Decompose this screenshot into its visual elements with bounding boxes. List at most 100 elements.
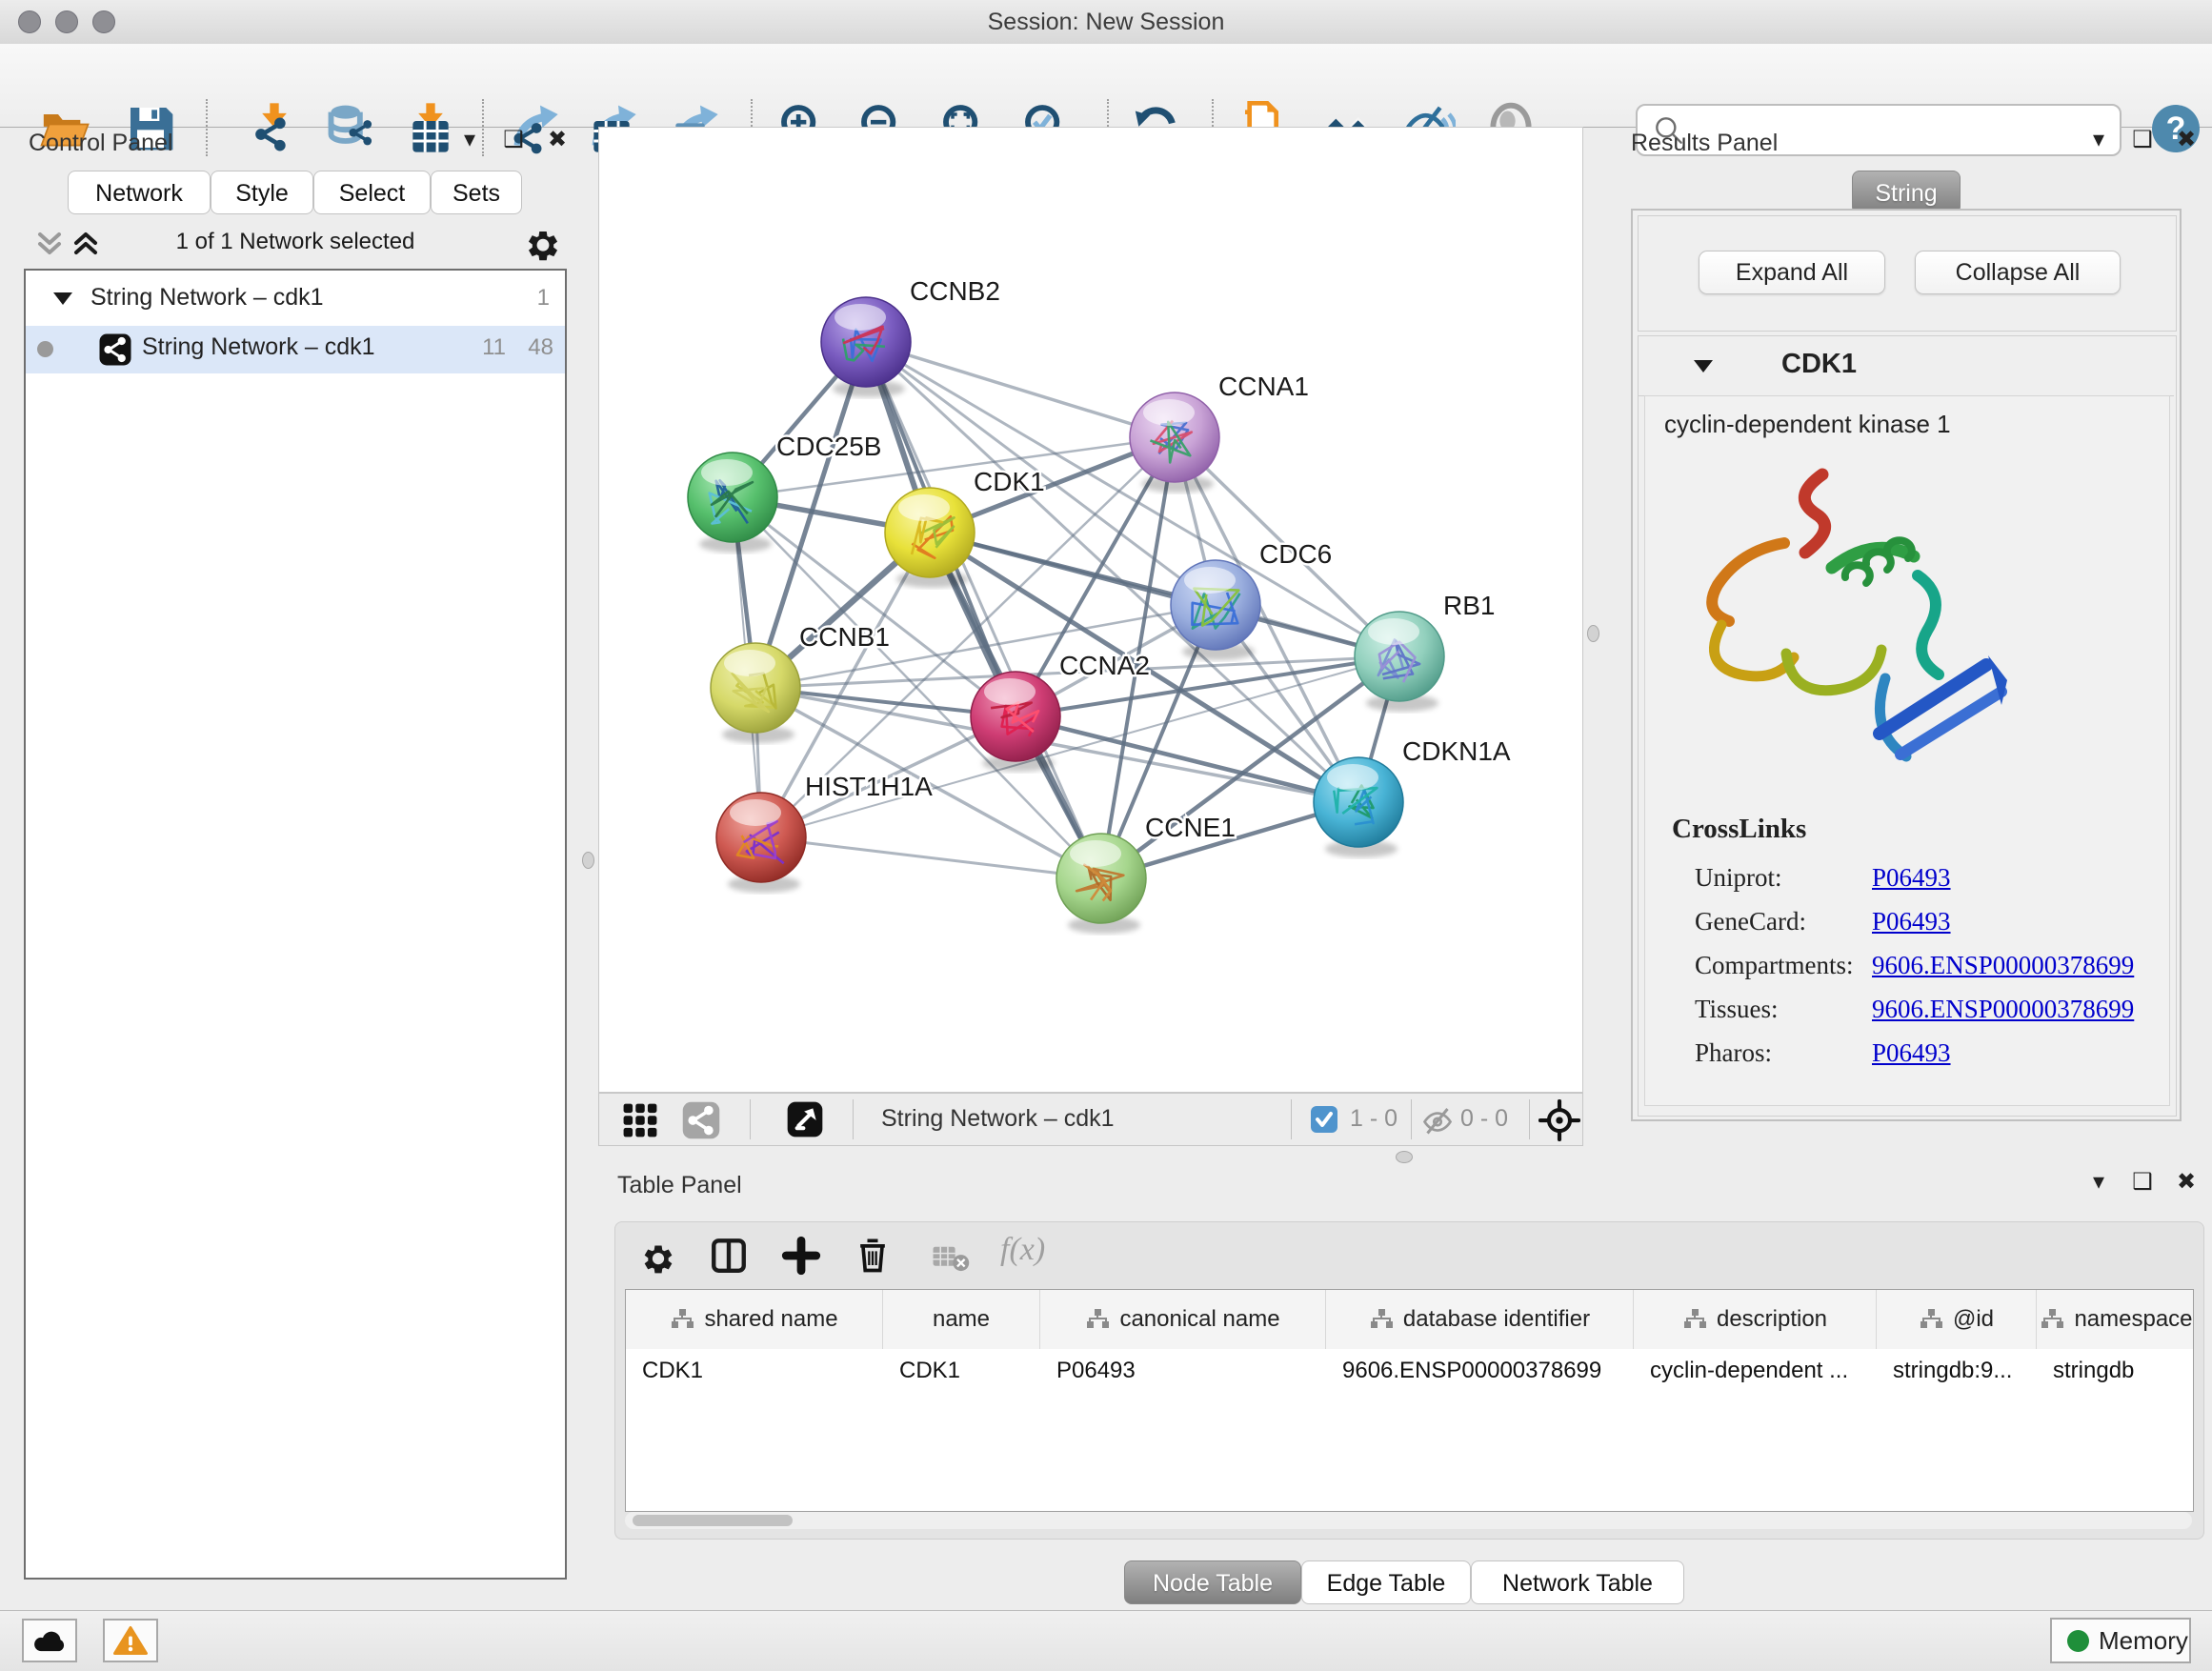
float-panel-icon[interactable]: ❑ bbox=[492, 126, 535, 153]
hidden-eye-slash-icon[interactable] bbox=[1420, 1103, 1455, 1137]
crosslink-link[interactable]: P06493 bbox=[1872, 907, 1951, 936]
string-network-icon bbox=[98, 332, 132, 367]
table-cell[interactable]: cyclin-dependent ... bbox=[1634, 1349, 1877, 1393]
crosslink-link[interactable]: 9606.ENSP00000378699 bbox=[1872, 951, 2134, 980]
tab-network[interactable]: Network bbox=[68, 171, 211, 214]
close-panel-icon[interactable]: ✖ bbox=[2164, 126, 2208, 153]
table-cell[interactable]: 9606.ENSP00000378699 bbox=[1326, 1349, 1634, 1393]
cloud-button[interactable] bbox=[22, 1619, 77, 1662]
memory-label: Memory bbox=[2099, 1626, 2188, 1656]
collapse-panel-icon[interactable]: ▾ bbox=[2077, 126, 2121, 153]
tab-node-table[interactable]: Node Table bbox=[1124, 1560, 1301, 1604]
birdseye-grid-icon[interactable] bbox=[622, 1102, 658, 1138]
import-database-icon[interactable] bbox=[328, 101, 381, 154]
network-collection-row[interactable]: String Network – cdk1 1 bbox=[26, 276, 565, 324]
column-header-namespace[interactable]: namespace bbox=[2037, 1290, 2194, 1349]
column-header-databaseidentifier[interactable]: database identifier bbox=[1326, 1290, 1634, 1349]
section-gene-name: CDK1 bbox=[1781, 349, 1857, 380]
main-toolbar: ? bbox=[0, 44, 2212, 128]
float-panel-icon[interactable]: ❑ bbox=[2121, 126, 2164, 153]
tab-select[interactable]: Select bbox=[313, 171, 431, 214]
node-label-CDC6: CDC6 bbox=[1259, 539, 1332, 569]
network-node-HIST1H1A[interactable] bbox=[716, 793, 806, 882]
crosslink-label: Uniprot: bbox=[1695, 863, 1782, 893]
network-node-CCNB2[interactable] bbox=[821, 297, 911, 387]
network-row-selected[interactable]: String Network – cdk1 11 48 bbox=[26, 326, 565, 373]
float-panel-icon[interactable]: ❑ bbox=[2121, 1168, 2164, 1196]
fit-selected-crosshair-icon[interactable] bbox=[1538, 1099, 1580, 1141]
results-panel-title: Results Panel bbox=[1631, 130, 1778, 157]
delete-table-icon bbox=[932, 1243, 970, 1274]
tab-style[interactable]: Style bbox=[211, 171, 313, 214]
left-splitter-handle[interactable] bbox=[582, 852, 594, 869]
column-header-canonicalname[interactable]: canonical name bbox=[1040, 1290, 1326, 1349]
crosslink-link[interactable]: 9606.ENSP00000378699 bbox=[1872, 995, 2134, 1024]
expand-all-button[interactable]: Expand All bbox=[1699, 251, 1885, 294]
network-node-CCNA1[interactable] bbox=[1130, 393, 1219, 482]
network-node-CDK1[interactable] bbox=[885, 488, 975, 577]
network-node-CCNA2[interactable] bbox=[971, 672, 1060, 761]
network-node-CDKN1A[interactable] bbox=[1314, 757, 1403, 847]
tab-network-table[interactable]: Network Table bbox=[1471, 1560, 1684, 1604]
results-panel-window-controls: ▾❑✖ bbox=[2077, 126, 2208, 153]
add-column-icon[interactable] bbox=[709, 1236, 749, 1276]
node-label-CDC25B: CDC25B bbox=[776, 432, 881, 461]
horizontal-splitter-handle[interactable] bbox=[1396, 1151, 1413, 1163]
collapse-all-button[interactable]: Collapse All bbox=[1915, 251, 2121, 294]
tree-expand-icon[interactable] bbox=[52, 290, 73, 307]
tab-edge-table[interactable]: Edge Table bbox=[1301, 1560, 1471, 1604]
table-cell[interactable]: stringdb bbox=[2037, 1349, 2194, 1393]
collection-name: String Network – cdk1 bbox=[90, 284, 324, 312]
table-cell[interactable]: CDK1 bbox=[883, 1349, 1040, 1393]
network-node-CDC6[interactable] bbox=[1171, 560, 1260, 650]
network-type-share-icon[interactable] bbox=[681, 1100, 721, 1140]
column-header-description[interactable]: description bbox=[1634, 1290, 1877, 1349]
right-splitter-handle[interactable] bbox=[1587, 625, 1599, 642]
add-row-plus-icon[interactable] bbox=[781, 1236, 821, 1276]
table-cell[interactable]: P06493 bbox=[1040, 1349, 1326, 1393]
column-header-name[interactable]: name bbox=[883, 1290, 1040, 1349]
import-network-icon[interactable] bbox=[248, 101, 301, 154]
close-panel-icon[interactable]: ✖ bbox=[2164, 1168, 2208, 1196]
node-table: shared namenamecanonical namedatabase id… bbox=[625, 1289, 2194, 1512]
control-panel-window-controls: ▾❑✖ bbox=[448, 126, 579, 153]
table-cell[interactable]: stringdb:9... bbox=[1877, 1349, 2037, 1393]
status-bar: Memory bbox=[0, 1610, 2212, 1671]
cdk1-section-header[interactable]: CDK1 bbox=[1639, 336, 2174, 396]
expand-all-networks-icon[interactable] bbox=[69, 227, 103, 261]
crosslink-link[interactable]: P06493 bbox=[1872, 863, 1951, 893]
node-label-CCNB1: CCNB1 bbox=[799, 622, 890, 652]
table-cell[interactable]: CDK1 bbox=[626, 1349, 883, 1393]
collapse-all-networks-icon[interactable] bbox=[32, 227, 67, 261]
scrollbar-thumb[interactable] bbox=[633, 1515, 793, 1526]
tab-sets[interactable]: Sets bbox=[431, 171, 522, 214]
open-in-new-window-icon[interactable] bbox=[786, 1100, 824, 1138]
section-collapse-icon[interactable] bbox=[1692, 357, 1715, 374]
network-node-CCNE1[interactable] bbox=[1056, 834, 1146, 923]
table-settings-gear-icon[interactable] bbox=[638, 1236, 678, 1276]
warning-button[interactable] bbox=[103, 1619, 158, 1662]
network-node-CDC25B[interactable] bbox=[688, 453, 777, 542]
column-header-sharedname[interactable]: shared name bbox=[626, 1290, 883, 1349]
node-label-CCNA1: CCNA1 bbox=[1218, 372, 1309, 401]
table-horizontal-scrollbar[interactable] bbox=[625, 1512, 2192, 1529]
hidden-count: 0 - 0 bbox=[1460, 1105, 1508, 1133]
close-panel-icon[interactable]: ✖ bbox=[535, 126, 579, 153]
memory-button[interactable]: Memory bbox=[2050, 1618, 2191, 1663]
warning-icon bbox=[113, 1625, 148, 1656]
protein-structure-image bbox=[1672, 452, 2041, 798]
selected-checkbox-icon[interactable] bbox=[1310, 1105, 1338, 1134]
network-options-gear-icon[interactable] bbox=[522, 221, 564, 263]
collapse-panel-icon[interactable]: ▾ bbox=[448, 126, 492, 153]
column-header-id[interactable]: @id bbox=[1877, 1290, 2037, 1349]
network-name: String Network – cdk1 bbox=[142, 333, 375, 361]
network-node-RB1[interactable] bbox=[1355, 612, 1444, 701]
crosslink-link[interactable]: P06493 bbox=[1872, 1038, 1951, 1068]
network-node-CCNB1[interactable] bbox=[711, 643, 800, 733]
node-label-CCNB2: CCNB2 bbox=[910, 276, 1000, 306]
table-panel-window-controls: ▾❑✖ bbox=[2077, 1168, 2208, 1196]
results-buttons-bar: Expand All Collapse All bbox=[1638, 215, 2177, 332]
delete-column-trash-icon[interactable] bbox=[852, 1234, 894, 1276]
network-canvas[interactable]: CCNB2CCNA1CDC25BCDK1CDC6RB1CCNB1CCNA2CDK… bbox=[598, 127, 1583, 1093]
collapse-panel-icon[interactable]: ▾ bbox=[2077, 1168, 2121, 1196]
